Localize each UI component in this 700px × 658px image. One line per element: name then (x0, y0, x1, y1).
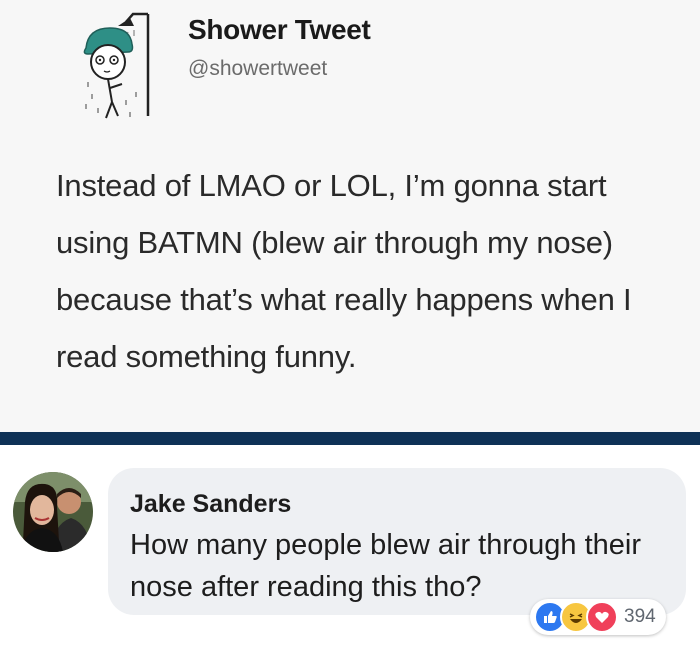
tweet-text: Instead of LMAO or LOL, I’m gonna start … (56, 168, 632, 374)
commenter-avatar[interactable] (13, 472, 93, 552)
commenter-name[interactable]: Jake Sanders (130, 490, 291, 519)
comment-text: How many people blew air through their n… (130, 529, 641, 603)
comment-bubble: Jake Sanders How many people blew air th… (108, 468, 686, 615)
shower-figure-icon (83, 12, 150, 119)
tweet-author-name[interactable]: Shower Tweet (188, 14, 371, 46)
comment: Jake Sanders How many people blew air th… (0, 445, 700, 658)
love-icon (586, 601, 618, 633)
shower-tweet-avatar[interactable] (78, 4, 158, 122)
profile-photo-icon (13, 472, 93, 552)
reaction-count: 394 (624, 606, 656, 627)
tweet-author-handle[interactable]: @showertweet (188, 57, 327, 81)
reaction-summary[interactable]: 394 (530, 599, 666, 635)
section-divider (0, 432, 700, 445)
tweet-card: Shower Tweet @showertweet Instead of LMA… (0, 0, 700, 432)
